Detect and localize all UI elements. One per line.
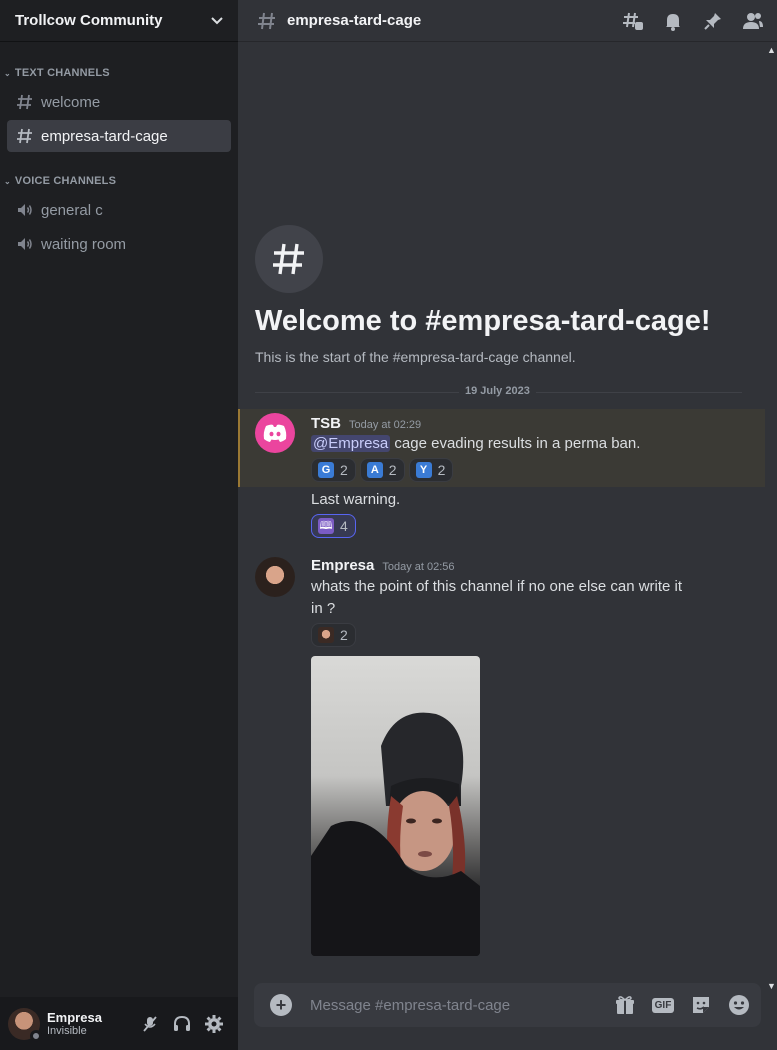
- mic-muted-icon: [143, 1015, 157, 1032]
- emoji-icon[interactable]: [727, 993, 751, 1017]
- category-voice-channels[interactable]: ⌄ VOICE CHANNELS: [0, 172, 238, 190]
- status-indicator: [30, 1029, 42, 1042]
- sidebar-channel-general-c[interactable]: general c: [7, 194, 231, 226]
- face-emoji-icon: [318, 627, 334, 643]
- user-status-text: Invisible: [47, 1025, 87, 1037]
- reaction-menorah[interactable]: 🕮 4: [311, 514, 356, 538]
- hash-icon: [258, 12, 275, 29]
- message-content: Last warning.: [311, 491, 401, 508]
- category-text-channels[interactable]: ⌄ TEXT CHANNELS: [0, 64, 238, 82]
- gif-icon[interactable]: GIF: [651, 993, 675, 1017]
- reaction-face[interactable]: 2: [311, 623, 356, 647]
- channel-sidebar: Trollcow Community ⌄ TEXT CHANNELS welco…: [0, 0, 238, 1050]
- user-mention[interactable]: @Empresa: [311, 435, 391, 452]
- sidebar-channel-waiting-room[interactable]: waiting room: [7, 228, 231, 260]
- threads-icon[interactable]: [621, 9, 645, 33]
- reaction-bar: 🕮 4: [311, 514, 356, 538]
- photo-content: [311, 712, 480, 956]
- pin-icon[interactable]: [701, 9, 725, 33]
- message-author[interactable]: TSB: [311, 415, 341, 432]
- scroll-up-icon[interactable]: ▲: [767, 46, 776, 55]
- avatar[interactable]: [8, 1007, 42, 1042]
- message-list[interactable]: Welcome to #empresa-tard-cage! This is t…: [238, 43, 765, 978]
- discord-logo-icon: [263, 424, 287, 442]
- channel-title: empresa-tard-cage: [287, 12, 422, 29]
- avatar[interactable]: [255, 557, 295, 597]
- welcome-title: Welcome to #empresa-tard-cage!: [255, 305, 711, 337]
- channel-header: empresa-tard-cage: [238, 0, 777, 42]
- image-attachment[interactable]: [311, 656, 480, 956]
- collapse-arrow-icon: ⌄: [4, 176, 11, 186]
- reaction-y[interactable]: Y2: [408, 458, 454, 482]
- sidebar-channel-welcome[interactable]: welcome: [7, 86, 231, 118]
- sidebar-channel-empresa-tard-cage[interactable]: empresa-tard-cage: [7, 120, 231, 152]
- reaction-bar: 2: [311, 623, 356, 647]
- reaction-g[interactable]: G2: [311, 458, 356, 482]
- deafen-button[interactable]: [166, 1008, 198, 1040]
- welcome-subtitle: This is the start of the #empresa-tard-c…: [255, 349, 576, 365]
- chevron-down-icon[interactable]: [210, 14, 224, 28]
- collapse-arrow-icon: ⌄: [4, 68, 11, 78]
- message-composer: + GIF: [254, 983, 761, 1027]
- username: Empresa: [47, 1010, 102, 1025]
- hash-icon: [16, 93, 34, 111]
- reaction-bar: G2 A2 Y2: [311, 458, 454, 482]
- message-content: @Empresa cage evading results in a perma…: [311, 435, 641, 452]
- message-timestamp: Today at 02:29: [349, 419, 422, 431]
- channel-welcome-icon: [255, 225, 323, 293]
- date-divider-label: 19 July 2023: [459, 385, 536, 397]
- headphones-icon: [174, 1015, 190, 1031]
- mute-mic-button[interactable]: [134, 1008, 166, 1040]
- speaker-icon: [16, 201, 34, 219]
- chat-area: empresa-tard-cage Welcome to #empresa-ta…: [238, 0, 777, 1050]
- bell-icon[interactable]: [661, 9, 685, 33]
- user-info[interactable]: Empresa Invisible: [47, 1010, 134, 1037]
- scroll-down-icon[interactable]: ▼: [767, 982, 776, 991]
- hash-icon: [273, 243, 304, 275]
- user-panel: Empresa Invisible: [0, 997, 238, 1050]
- message-header: TSB Today at 02:29: [311, 415, 421, 432]
- reaction-a[interactable]: A2: [359, 458, 405, 482]
- speaker-icon: [16, 235, 34, 253]
- sticker-icon[interactable]: [689, 993, 713, 1017]
- message-content: whats the point of this channel if no on…: [311, 578, 683, 617]
- members-icon[interactable]: [741, 9, 765, 33]
- upload-plus-icon[interactable]: +: [270, 994, 292, 1016]
- menorah-icon: 🕮: [318, 518, 334, 534]
- message-timestamp: Today at 02:56: [382, 561, 455, 573]
- message-header: Empresa Today at 02:56: [311, 557, 455, 574]
- gift-icon[interactable]: [613, 993, 637, 1017]
- message-author[interactable]: Empresa: [311, 557, 374, 574]
- avatar[interactable]: [255, 413, 295, 453]
- message-input[interactable]: [310, 996, 613, 1014]
- server-header[interactable]: Trollcow Community: [0, 0, 238, 42]
- hash-icon: [16, 127, 34, 145]
- gear-icon: [205, 1014, 223, 1033]
- server-name: Trollcow Community: [15, 12, 163, 29]
- user-settings-button[interactable]: [198, 1008, 230, 1040]
- scrollbar[interactable]: ▲ ▼: [765, 43, 777, 998]
